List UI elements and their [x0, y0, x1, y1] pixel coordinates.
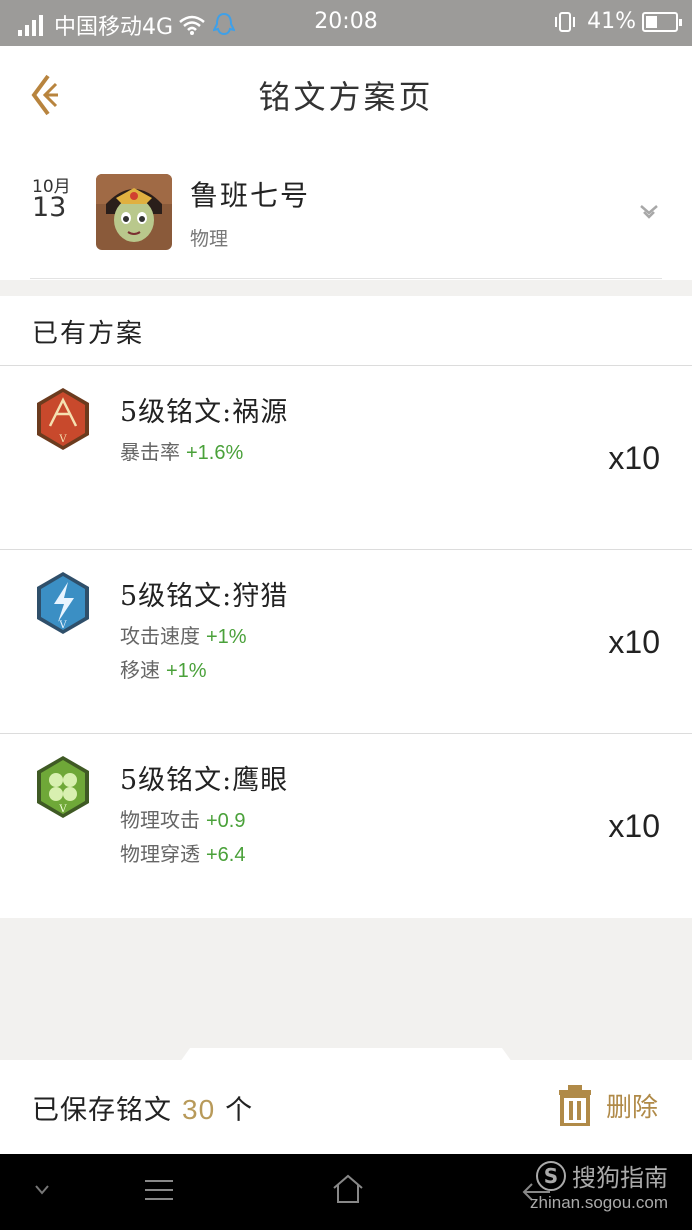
rune-attr: 移速 +1% — [120, 654, 207, 683]
delete-button[interactable]: 删除 — [558, 1084, 658, 1126]
svg-text:V: V — [58, 434, 67, 445]
rune-plan-section: 已有方案 V 5级铭文:祸源 暴击率 +1.6% x10 V 5级铭文:狩猎 攻击… — [0, 296, 692, 918]
hero-name: 鲁班七号 — [190, 179, 311, 212]
battery-text: 41% — [587, 9, 636, 34]
chevron-down-icon[interactable] — [638, 202, 660, 222]
saved-count: 30 — [182, 1094, 216, 1125]
rune-attr: 物理穿透 +6.4 — [120, 838, 245, 867]
svg-text:V: V — [58, 620, 67, 631]
attr-value: +6.4 — [206, 844, 246, 866]
rune-red-icon: V — [37, 388, 89, 450]
svg-text:V: V — [58, 804, 67, 815]
bottom-bar: 已保存铭文 30 个 删除 — [0, 1060, 692, 1154]
attr-value: +1% — [166, 660, 207, 682]
rune-attr: 攻击速度 +1% — [120, 620, 247, 649]
divider — [30, 278, 662, 279]
delete-label: 删除 — [605, 1092, 658, 1123]
vibrate-icon — [555, 11, 576, 32]
date-day: 13 — [32, 192, 67, 223]
rune-count: x10 — [608, 624, 660, 660]
sogou-logo-icon: S — [536, 1160, 566, 1191]
hide-keyboard-icon[interactable] — [34, 1184, 50, 1196]
attr-label: 物理穿透 — [120, 842, 200, 866]
section-title: 已有方案 — [32, 319, 145, 349]
page-title: 铭文方案页 — [258, 78, 434, 116]
rune-green-icon: V — [37, 756, 89, 818]
watermark-url: zhinan.sogou.com — [530, 1193, 668, 1212]
rune-count: x10 — [608, 440, 660, 476]
attr-label: 物理攻击 — [120, 808, 200, 832]
rune-name: 5级铭文:祸源 — [120, 397, 289, 428]
rune-attr: 暴击率 +1.6% — [120, 436, 243, 465]
app-header: 铭文方案页 — [0, 46, 692, 142]
status-bar: 中国移动4G 20:08 41% — [0, 0, 692, 46]
rune-count: x10 — [608, 808, 660, 844]
menu-icon[interactable] — [144, 1178, 174, 1202]
attr-label: 移速 — [120, 658, 160, 682]
rune-blue-icon: V — [37, 572, 89, 634]
rune-name: 5级铭文:鹰眼 — [120, 765, 289, 796]
hero-type: 物理 — [190, 228, 229, 250]
system-nav-bar: S 搜狗指南 zhinan.sogou.com — [0, 1154, 692, 1230]
attr-value: +0.9 — [206, 810, 246, 832]
saved-summary: 已保存铭文 30 个 — [32, 1088, 253, 1127]
attr-value: +1.6% — [186, 442, 244, 464]
rune-attr: 物理攻击 +0.9 — [120, 804, 245, 833]
sogou-watermark: S 搜狗指南 zhinan.sogou.com — [530, 1158, 668, 1213]
rune-item[interactable]: V 5级铭文:祸源 暴击率 +1.6% x10 — [0, 366, 692, 550]
attr-label: 暴击率 — [120, 440, 180, 464]
trash-icon — [558, 1085, 591, 1126]
rune-item[interactable]: V 5级铭文:鹰眼 物理攻击 +0.9 物理穿透 +6.4 x10 — [0, 734, 692, 918]
battery-icon — [642, 11, 682, 32]
attr-value: +1% — [206, 626, 247, 648]
rune-name: 5级铭文:狩猎 — [120, 581, 289, 612]
saved-prefix: 已保存铭文 — [32, 1095, 172, 1126]
home-icon[interactable] — [332, 1174, 364, 1204]
saved-suffix: 个 — [225, 1095, 254, 1126]
rune-item[interactable]: V 5级铭文:狩猎 攻击速度 +1% 移速 +1% x10 — [0, 550, 692, 734]
watermark-brand: 搜狗指南 — [572, 1164, 668, 1192]
attr-label: 攻击速度 — [120, 624, 200, 648]
hero-selector[interactable]: 10月 13 鲁班七号 物理 — [0, 142, 692, 280]
hero-avatar — [96, 174, 172, 250]
